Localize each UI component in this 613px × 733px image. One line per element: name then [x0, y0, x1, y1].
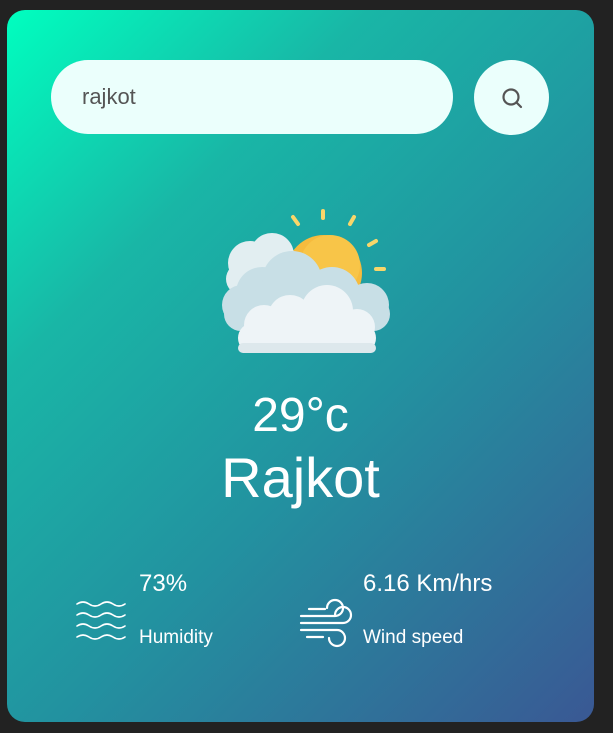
search-input[interactable] — [51, 60, 453, 134]
wind-speed-value: 6.16 Km/hrs — [363, 570, 493, 597]
search-icon — [501, 87, 522, 108]
wind-icon — [299, 598, 353, 648]
wind-speed-label: Wind speed — [363, 627, 464, 648]
humidity-label: Humidity — [139, 627, 213, 648]
city-name: Rajkot — [221, 446, 380, 509]
humidity-waves-icon — [76, 601, 126, 640]
search-button[interactable] — [474, 60, 549, 135]
humidity-value: 73% — [139, 570, 188, 597]
temperature: 29°c — [252, 389, 349, 442]
weather-card: 29°c Rajkot 73% Humidity 6.16 Km/hrs Win… — [7, 10, 594, 722]
partly-cloudy-icon — [222, 209, 390, 353]
